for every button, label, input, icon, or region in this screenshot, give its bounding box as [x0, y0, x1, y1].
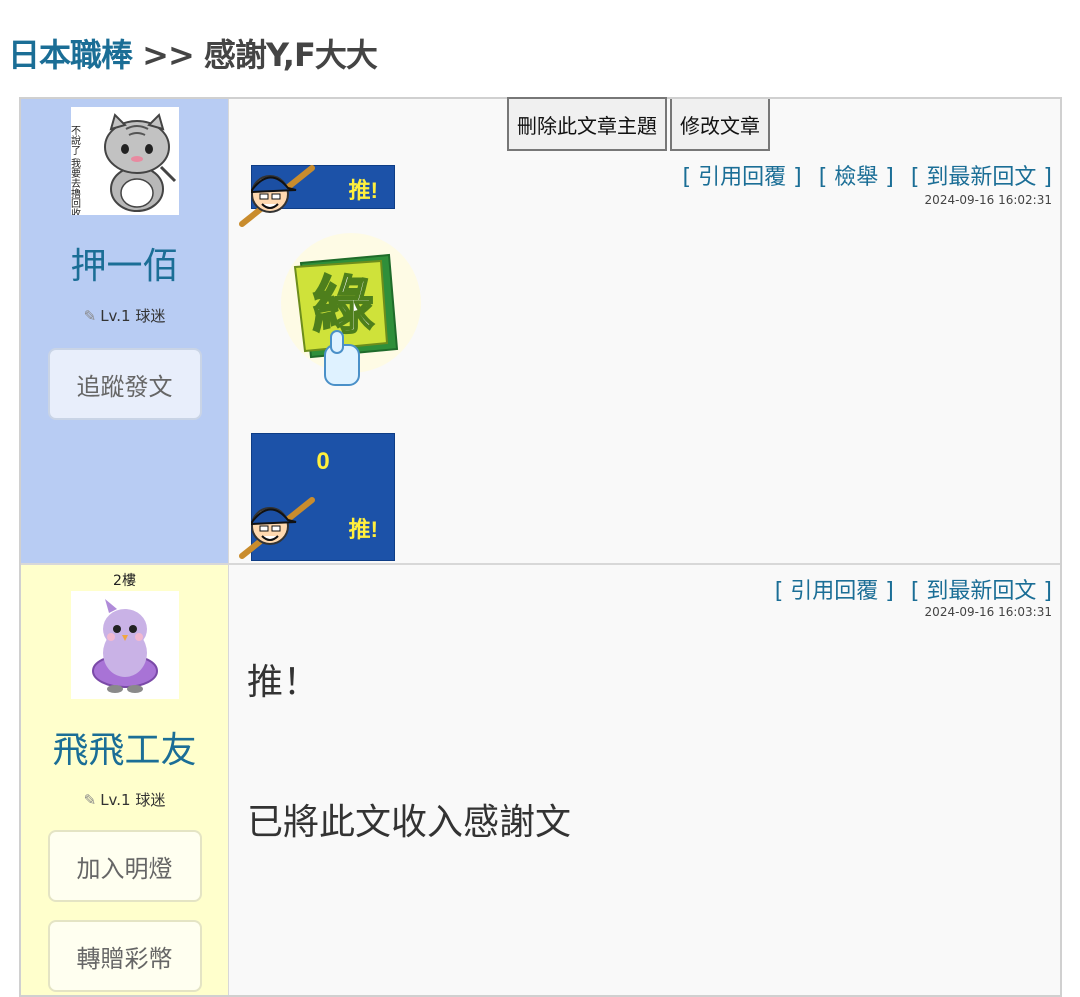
push-label: 推!	[348, 178, 378, 203]
post-actions: [ 引用回覆 ] [ 檢舉 ] [ 到最新回文 ]	[683, 159, 1052, 191]
username-link[interactable]: 押一佰	[70, 247, 178, 287]
username-link[interactable]: 飛飛工友	[52, 731, 196, 771]
push-label: 推!	[348, 517, 378, 542]
avatar[interactable]: 不說了 我要去擼回收了	[70, 107, 179, 215]
latest-reply-link[interactable]: [ 到最新回文 ]	[911, 165, 1052, 190]
gift-coins-button[interactable]: 轉贈彩幣	[47, 920, 202, 992]
push-banner[interactable]: 推!	[239, 165, 395, 227]
quote-reply-link[interactable]: [ 引用回覆 ]	[775, 579, 894, 604]
post-content: [ 引用回覆 ] [ 到最新回文 ] 2024-09-16 16:03:31 推…	[229, 565, 1060, 995]
admin-buttons: 刪除此文章主題 修改文章	[507, 97, 770, 151]
user-level-text: Lv.1 球迷	[100, 307, 166, 325]
post-body-line: 推！	[247, 662, 320, 703]
post-timestamp: 2024-09-16 16:03:31	[924, 605, 1052, 619]
user-level: ✎ Lv.1 球迷	[84, 789, 166, 810]
avatar[interactable]	[70, 591, 179, 699]
cat-avatar-icon: 不說了 我要去擼回收了	[70, 107, 179, 215]
user-level-text: Lv.1 球迷	[100, 791, 166, 809]
user-level: ✎ Lv.1 球迷	[84, 305, 166, 326]
post-timestamp: 2024-09-16 16:02:31	[924, 193, 1052, 207]
thumbs-up-sticker-icon: 綠	[281, 233, 421, 386]
post: 不說了 我要去擼回收了 押一佰 ✎Lv.1 球迷 追蹤發文 刪除此文章主題 修改…	[21, 97, 1060, 565]
quote-reply-link[interactable]: [ 引用回覆 ]	[683, 165, 802, 190]
baseball-player-icon	[239, 165, 315, 227]
bird-plush-avatar-icon	[70, 591, 179, 699]
edit-post-button[interactable]: 修改文章	[670, 99, 770, 151]
post-actions: [ 引用回覆 ] [ 到最新回文 ]	[775, 573, 1052, 605]
breadcrumb-separator: >>	[142, 36, 195, 74]
follow-posts-button[interactable]: 追蹤發文	[47, 348, 202, 420]
post-content: 刪除此文章主題 修改文章 [ 引用回覆 ] [ 檢舉 ] [ 到最新回文 ] 2…	[229, 97, 1060, 563]
post: 2樓 飛飛工友 ✎ Lv.1 球迷 加入明燈 轉贈彩幣 [引用回覆] [到…	[21, 565, 1060, 995]
sticker-text: 綠	[312, 269, 374, 342]
add-light-button[interactable]: 加入明燈	[47, 830, 202, 902]
post-body-line: 已將此文收入感謝文	[247, 802, 572, 843]
pencil-icon: ✎	[83, 307, 97, 325]
breadcrumb-board-link[interactable]: 日本職棒	[8, 36, 133, 74]
push-counter[interactable]: 0 推!	[239, 433, 395, 561]
post-author-sidebar: 2樓 飛飛工友 ✎ Lv.1 球迷 加入明燈 轉贈彩幣	[21, 565, 229, 995]
push-count: 0	[316, 448, 330, 475]
post-author-sidebar: 不說了 我要去擼回收了 押一佰 ✎Lv.1 球迷 追蹤發文	[21, 99, 229, 563]
floor-number: 2樓	[113, 573, 136, 589]
report-link[interactable]: [ 檢舉 ]	[819, 165, 894, 190]
avatar-text: 不說了 我要去擼回收了	[71, 125, 81, 215]
post-table: 不說了 我要去擼回收了 押一佰 ✎Lv.1 球迷 追蹤發文 刪除此文章主題 修改…	[19, 97, 1062, 997]
latest-reply-link[interactable]: [ 到最新回文 ]	[911, 579, 1052, 604]
delete-topic-button[interactable]: 刪除此文章主題	[507, 97, 667, 151]
breadcrumb: 日本職棒 >> 感謝Y,F大大	[8, 30, 378, 76]
green-sticker: 綠	[271, 233, 421, 393]
baseball-player-icon	[239, 497, 315, 559]
page-title: 感謝Y,F大大	[203, 36, 378, 74]
pencil-icon: ✎	[83, 791, 97, 809]
